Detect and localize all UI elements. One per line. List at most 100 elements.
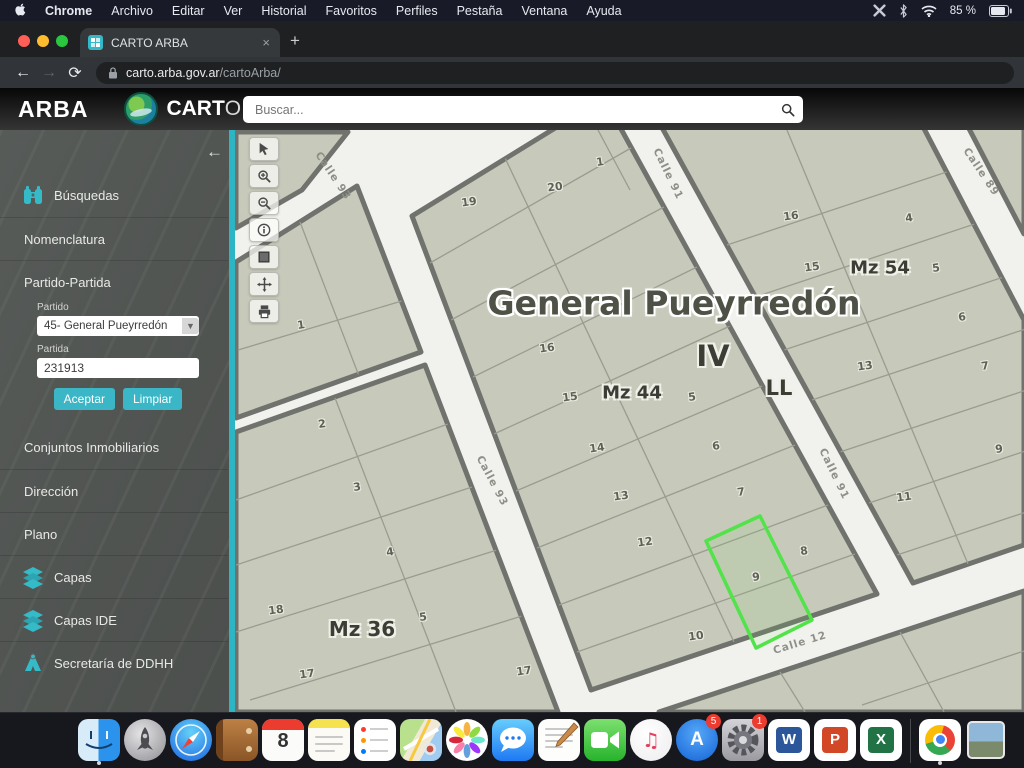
- menu-historial[interactable]: Historial: [261, 4, 306, 18]
- dock-appstore-icon[interactable]: A5: [676, 718, 718, 764]
- window-zoom-button[interactable]: [56, 35, 68, 47]
- dock-excel-icon[interactable]: X: [860, 718, 902, 764]
- menu-perfiles[interactable]: Perfiles: [396, 4, 438, 18]
- dock-word-icon[interactable]: W: [768, 718, 810, 764]
- apple-menu-icon[interactable]: [14, 2, 27, 20]
- zoom-in-tool-button[interactable]: [249, 164, 279, 188]
- sidebar-item-direccion[interactable]: Dirección: [0, 469, 228, 512]
- dock-launchpad-icon[interactable]: [124, 718, 166, 764]
- sidebar-item-conjuntos-inmobiliarios[interactable]: Conjuntos Inmobiliarios: [0, 426, 228, 469]
- menu-ventana[interactable]: Ventana: [521, 4, 567, 18]
- dock-contacts-icon[interactable]: [216, 718, 258, 764]
- menu-items: Chrome Archivo Editar Ver Historial Favoritos…: [45, 4, 622, 18]
- pinwheel-status-icon[interactable]: [873, 4, 886, 17]
- new-tab-button[interactable]: +: [290, 31, 300, 51]
- menu-editar[interactable]: Editar: [172, 4, 205, 18]
- partido-selected-value: 45- General Pueyrredón: [44, 320, 167, 332]
- dock-sysprefs-icon[interactable]: 1: [722, 718, 764, 764]
- menu-status-area: 85 %: [873, 4, 1012, 18]
- dock-music-icon[interactable]: ♫: [630, 718, 672, 764]
- chevron-down-icon: ▼: [182, 318, 199, 334]
- menu-ayuda[interactable]: Ayuda: [586, 4, 621, 18]
- layers-icon: [20, 607, 46, 633]
- sidebar-item-capas[interactable]: Capas: [0, 555, 228, 598]
- back-button[interactable]: ←: [10, 64, 36, 82]
- browser-address-bar: ← → ⟳ carto.arba.gov.ar /cartoArba/: [0, 57, 1024, 88]
- screen: Chrome Archivo Editar Ver Historial Favoritos…: [0, 0, 1024, 768]
- pan-tool-button[interactable]: [249, 272, 279, 296]
- sidebar-item-busquedas[interactable]: Búsquedas: [0, 174, 228, 217]
- macos-dock: 8♫A51WPX: [0, 712, 1024, 768]
- main-content: General Pueyrredón IVLLMz 44Mz 54Mz 36Ca…: [0, 130, 1024, 712]
- battery-icon[interactable]: [989, 5, 1012, 17]
- print-tool-button[interactable]: [249, 299, 279, 323]
- dock-messages-icon[interactable]: [492, 718, 534, 764]
- aceptar-button[interactable]: Aceptar: [54, 388, 115, 410]
- running-indicator: [97, 761, 101, 765]
- notification-badge: 1: [752, 714, 767, 729]
- menu-favoritos[interactable]: Favoritos: [326, 4, 377, 18]
- forward-button[interactable]: →: [36, 64, 62, 82]
- lock-icon: [108, 67, 118, 79]
- tab-title: CARTO ARBA: [111, 36, 260, 50]
- menu-ver[interactable]: Ver: [224, 4, 243, 18]
- search-icon[interactable]: [773, 103, 803, 117]
- info-tool-button[interactable]: [249, 218, 279, 242]
- browser-tab[interactable]: CARTO ARBA ×: [80, 28, 280, 57]
- partido-select[interactable]: 45- General Pueyrredón ▼: [37, 316, 199, 336]
- dock-facetime-icon[interactable]: [584, 718, 626, 764]
- url-host: carto.arba.gov.ar: [126, 66, 220, 80]
- cadastral-map-svg: [235, 130, 1024, 712]
- sidebar-nav-top: Búsquedas Nomenclatura Partido-Partida: [0, 174, 228, 303]
- carto-app-header: ARBA CARTO: [0, 88, 1024, 130]
- sidebar-item-label: Plano: [24, 527, 57, 542]
- dock-photos-icon[interactable]: [446, 718, 488, 764]
- reload-button[interactable]: ⟳: [62, 63, 88, 83]
- sidebar-collapse-arrow[interactable]: ←: [206, 142, 223, 162]
- sidebar-item-nomenclatura[interactable]: Nomenclatura: [0, 217, 228, 260]
- menu-pestaña[interactable]: Pestaña: [457, 4, 503, 18]
- dock-reminders-icon[interactable]: [354, 718, 396, 764]
- dock-safari-icon[interactable]: [170, 718, 212, 764]
- notification-badge: 5: [706, 714, 721, 729]
- sidebar-item-capas-ide[interactable]: Capas IDE: [0, 598, 228, 641]
- select-tool-button[interactable]: [249, 137, 279, 161]
- carto-favicon-icon: [88, 35, 103, 50]
- dock-notes-icon[interactable]: [308, 718, 350, 764]
- macos-menu-bar: Chrome Archivo Editar Ver Historial Favoritos…: [0, 0, 1024, 21]
- wifi-icon[interactable]: [921, 5, 937, 17]
- sidebar-scrollbar[interactable]: [229, 130, 235, 712]
- carto-wordmark: CARTO: [166, 97, 241, 121]
- dock-maps-icon[interactable]: [400, 718, 442, 764]
- extent-tool-button[interactable]: [249, 245, 279, 269]
- dock-stack-icon[interactable]: [965, 718, 1007, 764]
- dock-powerpoint-icon[interactable]: P: [814, 718, 856, 764]
- sidebar: ← Búsquedas Nomenclatura Partido-Partida P…: [0, 130, 235, 712]
- limpiar-button[interactable]: Limpiar: [123, 388, 182, 410]
- sidebar-item-label: Búsquedas: [54, 188, 119, 203]
- sidebar-item-plano[interactable]: Plano: [0, 512, 228, 555]
- search-input[interactable]: [243, 103, 773, 117]
- sidebar-item-label: Nomenclatura: [24, 232, 105, 247]
- bluetooth-icon[interactable]: [899, 4, 908, 18]
- layers-icon: [20, 564, 46, 590]
- menu-archivo[interactable]: Archivo: [111, 4, 153, 18]
- window-minimize-button[interactable]: [37, 35, 49, 47]
- battery-percentage: 85 %: [950, 5, 976, 17]
- sidebar-item-label: Partido-Partida: [24, 275, 111, 290]
- dock-divider: [910, 719, 911, 763]
- dock-finder-icon[interactable]: [78, 718, 120, 764]
- dock-calendar-icon[interactable]: 8: [262, 718, 304, 764]
- dock-chrome-icon[interactable]: [919, 718, 961, 764]
- sidebar-item-partido-partida[interactable]: Partido-Partida: [0, 260, 228, 303]
- zoom-out-tool-button[interactable]: [249, 191, 279, 215]
- dock-textedit-icon[interactable]: [538, 718, 580, 764]
- url-omnibox[interactable]: carto.arba.gov.ar /cartoArba/: [96, 62, 1014, 84]
- menu-chrome[interactable]: Chrome: [45, 4, 92, 18]
- partida-input[interactable]: [37, 358, 199, 378]
- sidebar-item-secretaria-ddhh[interactable]: Secretaría de DDHH: [0, 641, 228, 684]
- sidebar-item-label: Capas: [54, 570, 92, 585]
- ddhh-icon: [20, 650, 46, 676]
- tab-close-icon[interactable]: ×: [260, 35, 272, 50]
- window-close-button[interactable]: [18, 35, 30, 47]
